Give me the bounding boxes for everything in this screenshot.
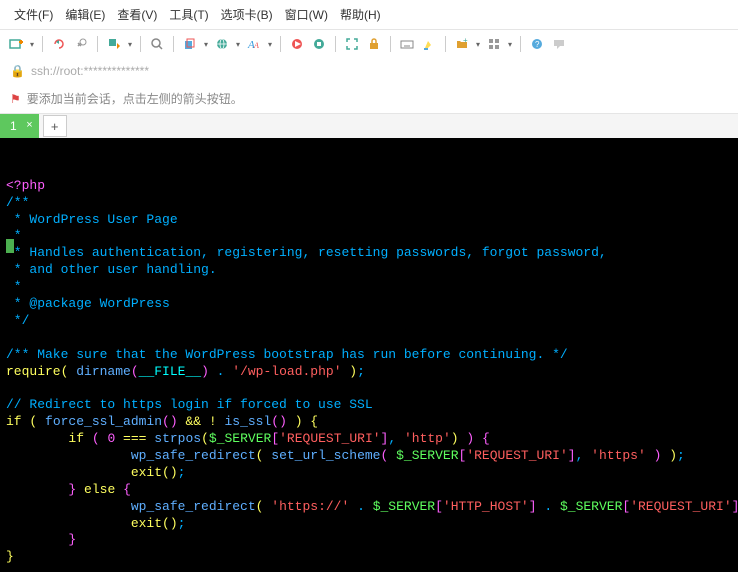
code-doc: */ <box>6 313 29 328</box>
code-doc: /** <box>6 195 29 210</box>
new-session-dropdown[interactable]: ▾ <box>28 34 36 54</box>
menu-edit[interactable]: 编辑(E) <box>59 4 111 25</box>
menu-view[interactable]: 查看(V) <box>111 4 163 25</box>
keyboard-icon[interactable] <box>397 34 417 54</box>
copy-dropdown[interactable]: ▾ <box>202 34 210 54</box>
code-doc: * @package WordPress <box>6 296 170 311</box>
hint-text: 要添加当前会话，点击左侧的箭头按钮。 <box>27 90 243 107</box>
reconnect-icon[interactable] <box>49 34 69 54</box>
help-icon[interactable]: ? <box>527 34 547 54</box>
svg-text:?: ? <box>535 40 540 49</box>
separator <box>335 36 336 52</box>
menu-bar: 文件(F) 编辑(E) 查看(V) 工具(T) 选项卡(B) 窗口(W) 帮助(… <box>0 0 738 30</box>
stop-icon[interactable] <box>309 34 329 54</box>
menu-file[interactable]: 文件(F) <box>8 4 59 25</box>
menu-help[interactable]: 帮助(H) <box>334 4 387 25</box>
code-doc: * <box>6 279 22 294</box>
tab-new-button[interactable]: + <box>43 115 67 137</box>
flag-icon[interactable]: ⚑ <box>10 92 21 106</box>
separator <box>173 36 174 52</box>
font-icon[interactable]: AA <box>244 34 264 54</box>
new-session-icon[interactable] <box>6 34 26 54</box>
lock-icon[interactable] <box>364 34 384 54</box>
separator <box>445 36 446 52</box>
record-icon[interactable] <box>287 34 307 54</box>
code-editor[interactable]: <?php /** * WordPress User Page * * Hand… <box>0 138 738 572</box>
font-dropdown[interactable]: ▾ <box>266 34 274 54</box>
code-doc: * WordPress User Page <box>6 212 178 227</box>
code-kw: require <box>6 364 61 379</box>
fullscreen-icon[interactable] <box>342 34 362 54</box>
separator <box>280 36 281 52</box>
code-doc: * and other user handling. <box>6 262 217 277</box>
tab-active[interactable]: 1 × <box>0 114 39 138</box>
separator <box>520 36 521 52</box>
tab-bar: 1 × + <box>0 114 738 138</box>
tab-label: 1 <box>10 119 17 133</box>
address-bar: 🔒 ssh://root:************** <box>0 58 738 84</box>
chat-icon[interactable] <box>549 34 569 54</box>
code-doc: * Handles authentication, registering, r… <box>6 245 607 260</box>
folder-dropdown[interactable]: ▾ <box>474 34 482 54</box>
code-comment: /** Make sure that the WordPress bootstr… <box>6 347 568 362</box>
menu-tabs[interactable]: 选项卡(B) <box>215 4 279 25</box>
globe-dropdown[interactable]: ▾ <box>234 34 242 54</box>
cursor-block <box>6 239 14 253</box>
transfer-dropdown[interactable]: ▾ <box>126 34 134 54</box>
lock-small-icon: 🔒 <box>10 64 25 78</box>
code-comment: // Redirect to https login if forced to … <box>6 397 373 412</box>
code-token: <?php <box>6 178 45 193</box>
search-icon[interactable] <box>147 34 167 54</box>
highlight-icon[interactable] <box>419 34 439 54</box>
toolbar: ▾ ▾ ▾ ▾ AA ▾ + ▾ ▾ ? <box>0 30 738 58</box>
globe-icon[interactable] <box>212 34 232 54</box>
separator <box>42 36 43 52</box>
separator <box>140 36 141 52</box>
address-text[interactable]: ssh://root:************** <box>31 64 149 78</box>
separator <box>97 36 98 52</box>
grid-dropdown[interactable]: ▾ <box>506 34 514 54</box>
folder-add-icon[interactable]: + <box>452 34 472 54</box>
transfer-icon[interactable] <box>104 34 124 54</box>
menu-tools[interactable]: 工具(T) <box>163 4 214 25</box>
menu-window[interactable]: 窗口(W) <box>279 4 334 25</box>
svg-text:A: A <box>253 41 259 50</box>
grid-icon[interactable] <box>484 34 504 54</box>
svg-text:+: + <box>463 37 468 45</box>
separator <box>390 36 391 52</box>
tab-close-icon[interactable]: × <box>26 119 32 131</box>
disconnect-icon[interactable] <box>71 34 91 54</box>
copy-icon[interactable] <box>180 34 200 54</box>
hint-bar: ⚑ 要添加当前会话，点击左侧的箭头按钮。 <box>0 84 738 114</box>
